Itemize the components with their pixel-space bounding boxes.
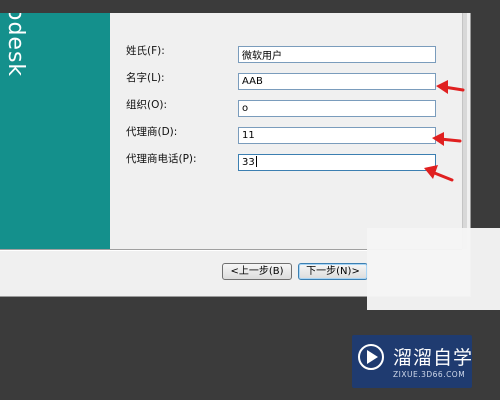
first-name-arrow-icon [436, 80, 465, 94]
dealer-arrow-icon [432, 132, 462, 146]
watermark-subtitle: ZIXUE.3D66.COM [393, 370, 466, 379]
play-logo-icon [358, 344, 384, 370]
watermark-title: 溜溜自学 [393, 347, 474, 369]
dealer-phone-arrow-icon [424, 165, 454, 182]
watermark-blur-patch [367, 228, 500, 310]
